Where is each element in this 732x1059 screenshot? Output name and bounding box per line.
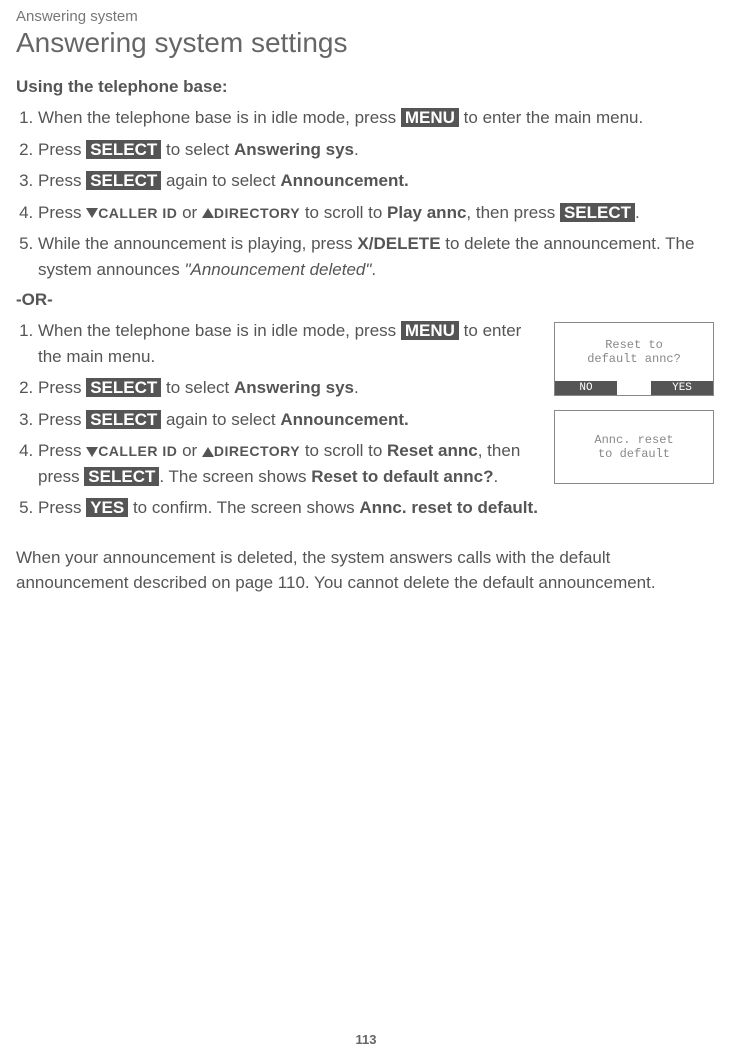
text: to scroll to xyxy=(300,203,387,222)
answering-sys-label: Answering sys xyxy=(234,378,354,397)
text: . xyxy=(635,203,640,222)
text: , then press xyxy=(466,203,560,222)
announcement-label: Announcement. xyxy=(280,410,408,429)
text: again to select xyxy=(161,410,280,429)
text: or xyxy=(177,441,202,460)
yes-key: YES xyxy=(86,498,128,517)
arrow-up-icon xyxy=(202,447,214,457)
text: to select xyxy=(161,140,234,159)
select-key: SELECT xyxy=(86,140,161,159)
text: When the telephone base is in idle mode,… xyxy=(38,108,401,127)
step-a3: Press SELECT again to select Announcemen… xyxy=(38,168,716,194)
step-b1: When the telephone base is in idle mode,… xyxy=(38,318,542,369)
screen-reset-done: Annc. reset to default xyxy=(554,410,714,484)
step-b4: Press CALLER ID or DIRECTORY to scroll t… xyxy=(38,438,542,489)
screen-reset-confirm: Reset to default annc? NO YES xyxy=(554,322,714,396)
screen-line: default annc? xyxy=(587,352,681,366)
step-a4: Press CALLER ID or DIRECTORY to scroll t… xyxy=(38,200,716,226)
step-b5: Press YES to confirm. The screen shows A… xyxy=(38,495,542,521)
text: to confirm. The screen shows xyxy=(128,498,359,517)
directory-key: DIRECTORY xyxy=(214,443,300,459)
play-annc-label: Play annc xyxy=(387,203,466,222)
menu-key: MENU xyxy=(401,108,459,127)
screen-line: Reset to xyxy=(605,338,663,352)
x-delete-key: X/DELETE xyxy=(357,234,440,253)
screen-line: Annc. reset xyxy=(594,433,673,447)
text: . xyxy=(494,467,499,486)
text: Press xyxy=(38,171,86,190)
step-b3: Press SELECT again to select Announcemen… xyxy=(38,407,542,433)
arrow-down-icon xyxy=(86,447,98,457)
text: . xyxy=(371,260,376,279)
or-separator: -OR- xyxy=(16,290,716,310)
page-number: 113 xyxy=(0,1032,732,1047)
text: again to select xyxy=(161,171,280,190)
text: When the telephone base is in idle mode,… xyxy=(38,321,401,340)
step-a5: While the announcement is playing, press… xyxy=(38,231,716,282)
select-key: SELECT xyxy=(86,171,161,190)
text: Press xyxy=(38,441,86,460)
select-key: SELECT xyxy=(560,203,635,222)
screen-softkey-yes: YES xyxy=(651,381,713,395)
text: . xyxy=(354,378,359,397)
announcement-deleted-quote: "Announcement deleted" xyxy=(184,260,371,279)
annc-reset-default-label: Annc. reset to default. xyxy=(359,498,538,517)
text: Press xyxy=(38,140,86,159)
announcement-label: Announcement. xyxy=(280,171,408,190)
reset-default-annc-label: Reset to default annc? xyxy=(311,467,493,486)
footer-paragraph: When your announcement is deleted, the s… xyxy=(16,545,716,596)
step-a2: Press SELECT to select Answering sys. xyxy=(38,137,716,163)
text: or xyxy=(177,203,202,222)
text: Press xyxy=(38,498,86,517)
text: to select xyxy=(161,378,234,397)
text: While the announcement is playing, press xyxy=(38,234,357,253)
text: to scroll to xyxy=(300,441,387,460)
caller-id-key: CALLER ID xyxy=(98,205,177,221)
text: . The screen shows xyxy=(159,467,311,486)
select-key: SELECT xyxy=(84,467,159,486)
screen-line: to default xyxy=(598,447,670,461)
screen-illustrations: Reset to default annc? NO YES Annc. rese… xyxy=(554,322,716,498)
text: to enter the main menu. xyxy=(459,108,643,127)
section-a-steps: When the telephone base is in idle mode,… xyxy=(16,105,716,282)
page-title: Answering system settings xyxy=(16,27,716,59)
select-key: SELECT xyxy=(86,410,161,429)
text: . xyxy=(354,140,359,159)
arrow-down-icon xyxy=(86,208,98,218)
text: Press xyxy=(38,203,86,222)
text: Press xyxy=(38,410,86,429)
section-b-steps: When the telephone base is in idle mode,… xyxy=(16,318,542,521)
step-a1: When the telephone base is in idle mode,… xyxy=(38,105,716,131)
step-b2: Press SELECT to select Answering sys. xyxy=(38,375,542,401)
section-a-heading: Using the telephone base: xyxy=(16,77,716,97)
arrow-up-icon xyxy=(202,208,214,218)
caller-id-key: CALLER ID xyxy=(98,443,177,459)
text: Press xyxy=(38,378,86,397)
breadcrumb: Answering system xyxy=(16,8,716,25)
screen-softkey-no: NO xyxy=(555,381,617,395)
directory-key: DIRECTORY xyxy=(214,205,300,221)
menu-key: MENU xyxy=(401,321,459,340)
answering-sys-label: Answering sys xyxy=(234,140,354,159)
select-key: SELECT xyxy=(86,378,161,397)
reset-annc-label: Reset annc xyxy=(387,441,478,460)
